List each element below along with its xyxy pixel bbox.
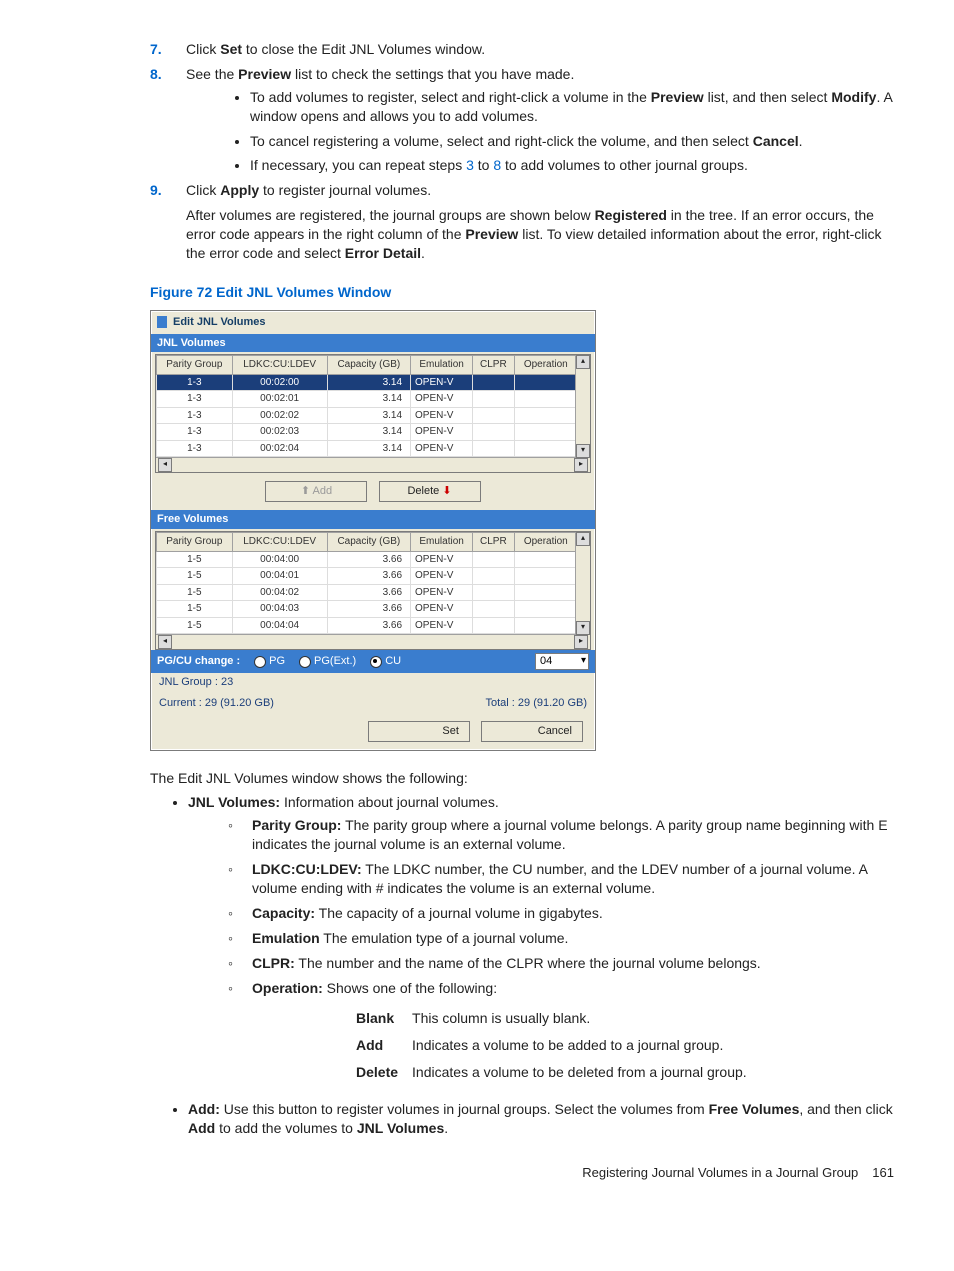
table-row[interactable]: 1-500:04:013.66OPEN-V (157, 568, 590, 585)
column-header[interactable]: Capacity (GB) (327, 356, 410, 375)
column-header[interactable]: LDKC:CU:LDEV (232, 533, 327, 552)
scroll-down-icon[interactable]: ▾ (576, 621, 590, 635)
delete-button[interactable]: Delete ⬇ (379, 481, 481, 502)
operation-table: BlankThis column is usually blank. AddIn… (356, 1005, 761, 1086)
table-row[interactable]: 1-300:02:003.14OPEN-V (157, 374, 590, 391)
free-volumes-bar: Free Volumes (151, 510, 595, 529)
down-arrow-icon: ⬇ (442, 485, 451, 497)
scroll-right-icon[interactable]: ▸ (574, 458, 588, 472)
vertical-scrollbar[interactable]: ▴▾ (575, 355, 590, 458)
dialog-title: Edit JNL Volumes (151, 311, 595, 334)
scroll-left-icon[interactable]: ◂ (158, 635, 172, 649)
column-header[interactable]: CLPR (473, 356, 514, 375)
radio-pg[interactable]: PG (254, 654, 285, 669)
table-row[interactable]: 1-300:02:023.14OPEN-V (157, 407, 590, 424)
horizontal-scrollbar[interactable]: ◂▸ (156, 457, 590, 472)
column-header[interactable]: Parity Group (157, 533, 233, 552)
step-8-bullets: To add volumes to register, select and r… (250, 88, 894, 176)
table-row[interactable]: 1-500:04:003.66OPEN-V (157, 551, 590, 568)
intro-text: The Edit JNL Volumes window shows the fo… (150, 769, 894, 788)
step-9: 9. Click Apply to register journal volum… (150, 181, 894, 263)
scroll-left-icon[interactable]: ◂ (158, 458, 172, 472)
scroll-down-icon[interactable]: ▾ (576, 444, 590, 458)
cancel-button[interactable]: Cancel (481, 721, 583, 742)
table-row[interactable]: 1-300:02:043.14OPEN-V (157, 440, 590, 457)
free-table-container: Parity GroupLDKC:CU:LDEVCapacity (GB)Emu… (155, 531, 591, 650)
jnl-group-label: JNL Group : 23 (151, 673, 595, 692)
up-arrow-icon: ⬆ (301, 485, 310, 497)
column-header[interactable]: CLPR (473, 533, 514, 552)
page-footer: Registering Journal Volumes in a Journal… (60, 1164, 894, 1182)
main-steps: 7. Click Set to close the Edit JNL Volum… (150, 40, 894, 263)
radio-cu[interactable]: CU (370, 654, 401, 669)
table-row[interactable]: 1-500:04:043.66OPEN-V (157, 617, 590, 634)
figure-caption: Figure 72 Edit JNL Volumes Window (150, 283, 894, 302)
step-7: 7. Click Set to close the Edit JNL Volum… (150, 40, 894, 59)
field-descriptions: JNL Volumes: Information about journal v… (188, 793, 894, 1137)
radio-pg-ext[interactable]: PG(Ext.) (299, 654, 356, 669)
dialog-screenshot: Edit JNL Volumes JNL Volumes Parity Grou… (150, 310, 894, 751)
horizontal-scrollbar[interactable]: ◂▸ (156, 634, 590, 649)
column-header[interactable]: Emulation (411, 533, 473, 552)
table-row[interactable]: 1-300:02:033.14OPEN-V (157, 424, 590, 441)
step-8: 8. See the Preview list to check the set… (150, 65, 894, 175)
column-header[interactable]: LDKC:CU:LDEV (232, 356, 327, 375)
add-button[interactable]: ⬆ Add (265, 481, 367, 502)
scroll-up-icon[interactable]: ▴ (576, 532, 590, 546)
set-button[interactable]: Set (368, 721, 470, 742)
cu-combo[interactable]: 04 (535, 653, 589, 670)
vertical-scrollbar[interactable]: ▴▾ (575, 532, 590, 635)
window-icon (157, 316, 167, 328)
table-row[interactable]: 1-500:04:033.66OPEN-V (157, 601, 590, 618)
scroll-right-icon[interactable]: ▸ (574, 635, 588, 649)
jnl-volumes-bar: JNL Volumes (151, 334, 595, 353)
total-label: Total : 29 (91.20 GB) (486, 696, 588, 711)
column-header[interactable]: Capacity (GB) (327, 533, 410, 552)
jnl-table-container: Parity GroupLDKC:CU:LDEVCapacity (GB)Emu… (155, 354, 591, 473)
scroll-up-icon[interactable]: ▴ (576, 355, 590, 369)
column-header[interactable]: Parity Group (157, 356, 233, 375)
table-row[interactable]: 1-300:02:013.14OPEN-V (157, 391, 590, 408)
table-row[interactable]: 1-500:04:023.66OPEN-V (157, 584, 590, 601)
column-header[interactable]: Emulation (411, 356, 473, 375)
free-table: Parity GroupLDKC:CU:LDEVCapacity (GB)Emu… (156, 532, 590, 634)
jnl-table: Parity GroupLDKC:CU:LDEVCapacity (GB)Emu… (156, 355, 590, 457)
current-label: Current : 29 (91.20 GB) (159, 696, 274, 711)
pgcu-change-row: PG/CU change : PG PG(Ext.) CU 04 (151, 650, 595, 673)
